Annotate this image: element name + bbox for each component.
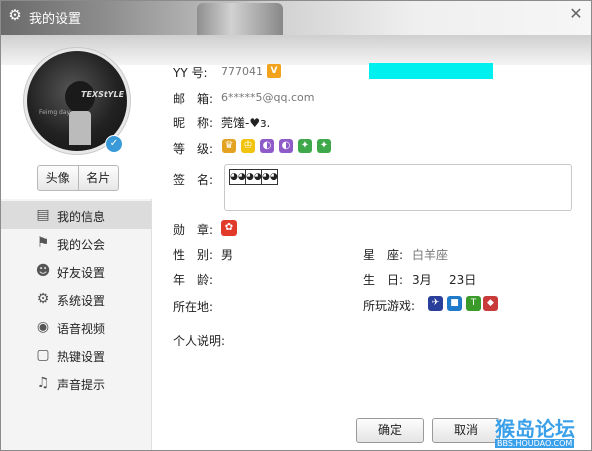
sidebar-item-system-settings[interactable]: ⚙ 系统设置 [1, 285, 151, 313]
face-emoji-icon: ◕◕ [229, 169, 246, 185]
games-label: 所玩游戏: [363, 299, 416, 313]
sidebar-item-label: 语音视频 [57, 322, 106, 336]
cancel-button[interactable]: 取消 [432, 418, 500, 443]
game-red-icon[interactable]: ◆ [483, 296, 498, 311]
sidebar-item-label: 声音提示 [57, 378, 106, 392]
sidebar-item-label: 系统设置 [57, 294, 106, 308]
medal-icon[interactable]: ✿ [221, 220, 237, 236]
face-emoji-icon: ◕◕ [245, 169, 262, 185]
avatar-figure-body [69, 111, 91, 145]
birthday-month: 3月 [412, 273, 432, 287]
gear-icon: ⚙ [8, 6, 22, 24]
close-icon[interactable]: ✕ [567, 5, 585, 23]
watermark-main-text: 猴岛论坛 [495, 417, 575, 441]
keyboard-icon: ▢ [36, 347, 50, 363]
music-note-icon: ♫ [36, 375, 50, 391]
signature-field[interactable]: ◕◕ ◕◕ ◕◕ [224, 164, 572, 211]
sidebar-item-friend-settings[interactable]: ☻ 好友设置 [1, 257, 151, 285]
settings-window: ⚙ 我的设置 ✕ TEXStYLE Feimg day ✓ 头像 名片 ▤ 我的… [0, 0, 592, 451]
sidebar-item-voice-video[interactable]: ◉ 语音视频 [1, 313, 151, 341]
sidebar-item-my-info[interactable]: ▤ 我的信息 [1, 201, 151, 229]
age-label: 年 龄: [173, 273, 214, 287]
sidebar-item-label: 我的公会 [57, 238, 106, 252]
sidebar-item-label: 热键设置 [57, 350, 106, 364]
sidebar-item-label: 好友设置 [57, 266, 106, 280]
webcam-icon: ◉ [36, 319, 50, 335]
avatar-caption: TEXStYLE [81, 90, 125, 99]
friend-gear-icon: ☻ [35, 263, 51, 279]
flag-icon: ⚑ [36, 235, 50, 251]
bird-badge-icon[interactable]: ✓ [105, 135, 123, 153]
avatar-button[interactable]: 头像 [38, 166, 78, 190]
game-block-icon[interactable]: ■ [447, 296, 462, 311]
email-label: 邮 箱: [173, 92, 214, 106]
nickname-value: 莞馐-♥з. [221, 116, 271, 130]
redacted-block [369, 63, 493, 79]
star-level-icon: ✦ [298, 139, 312, 153]
gender-value: 男 [221, 248, 234, 262]
zodiac-value: 白羊座 [412, 248, 449, 262]
info-card-icon: ▤ [36, 207, 50, 223]
location-label: 所在地: [173, 300, 214, 314]
level-label: 等 级: [173, 142, 214, 156]
avatar-card-buttons: 头像 名片 [37, 165, 119, 191]
bio-label: 个人说明: [173, 334, 226, 348]
card-button[interactable]: 名片 [77, 166, 119, 190]
gender-label: 性 别: [173, 248, 214, 262]
game-t-icon[interactable]: T [466, 296, 481, 311]
birthday-label: 生 日: [363, 273, 404, 287]
yy-number-label: YY 号: [173, 66, 208, 80]
medal-label: 勋 章: [173, 223, 214, 237]
sidebar: ▤ 我的信息 ⚑ 我的公会 ☻ 好友设置 ⚙ 系统设置 ◉ 语音视频 ▢ 热键设… [1, 199, 152, 450]
zodiac-label: 星 座: [363, 248, 404, 262]
v-badge-icon[interactable]: V [267, 64, 281, 78]
moon-level-icon: ◐ [260, 139, 274, 153]
window-title: 我的设置 [29, 12, 82, 27]
title-bar[interactable]: ⚙ 我的设置 ✕ [1, 1, 591, 63]
moon-level-icon: ◐ [279, 139, 293, 153]
gear-icon: ⚙ [36, 291, 50, 307]
crown-level-icon: ♛ [222, 139, 236, 153]
avatar-subcaption: Feimg day [39, 109, 71, 116]
sidebar-item-sound-alerts[interactable]: ♫ 声音提示 [1, 369, 151, 397]
watermark-sub-text: BBS.HOUDAO.COM [495, 439, 575, 448]
watermark: 猴岛论坛 BBS.HOUDAO.COM [495, 413, 589, 449]
star-level-icon: ✦ [317, 139, 331, 153]
crown-level-icon: ♔ [241, 139, 255, 153]
nickname-label: 昵 称: [173, 116, 214, 130]
birthday-day: 23日 [449, 273, 477, 287]
game-plane-icon[interactable]: ✈ [428, 296, 443, 311]
yy-number-value: 777041 [221, 65, 263, 78]
sidebar-item-hotkeys[interactable]: ▢ 热键设置 [1, 341, 151, 369]
sidebar-item-label: 我的信息 [57, 210, 106, 224]
face-emoji-icon: ◕◕ [261, 169, 278, 185]
signature-label: 签 名: [173, 173, 214, 187]
sidebar-item-my-guild[interactable]: ⚑ 我的公会 [1, 229, 151, 257]
ok-button[interactable]: 确定 [356, 418, 424, 443]
email-value: 6*****5@qq.com [221, 91, 315, 104]
